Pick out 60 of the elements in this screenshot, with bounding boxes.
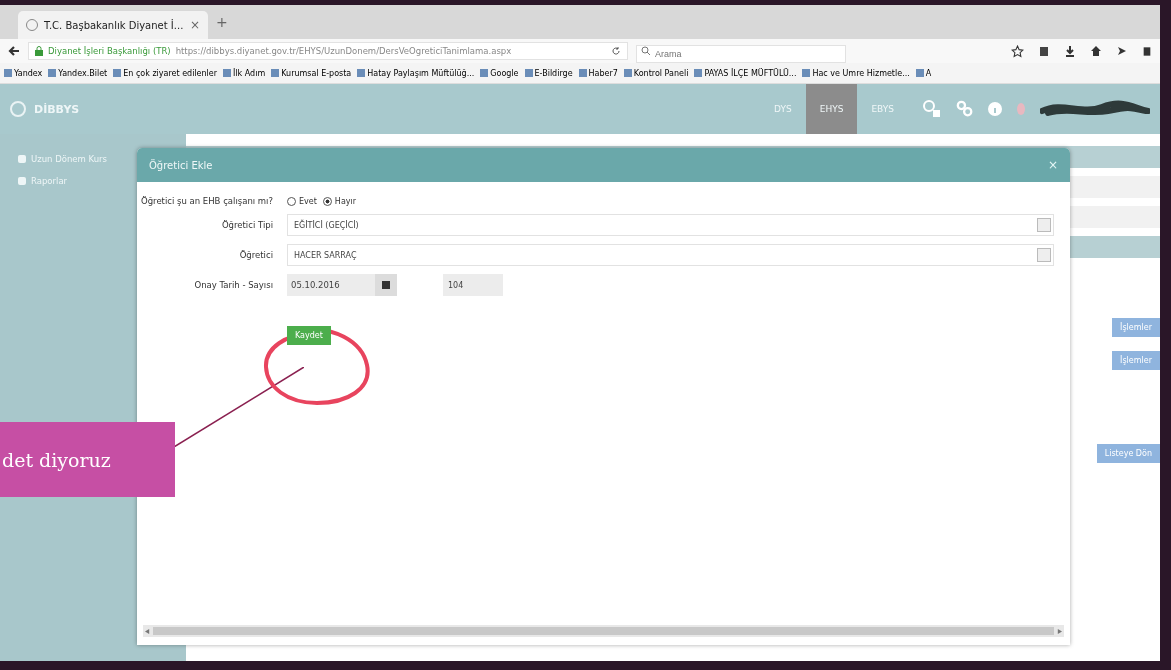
bookmark-link[interactable]: Google [490,68,519,78]
bookmark-icon [623,69,632,77]
dropdown-field[interactable]: EĞİTİCİ (GEÇİCİ) [287,214,1054,236]
bookmark-icon [357,69,366,77]
home-icon[interactable] [1090,45,1102,57]
calendar-icon[interactable] [375,274,397,296]
logo-icon [10,101,26,117]
bookmark-link[interactable]: Kontrol Paneli [633,68,689,78]
url-text: https://dibbys.diyanet.gov.tr/EHYS/UzunDonem/DersVeOgreticiTanimlama.aspx [175,46,512,56]
site-identity: Diyanet İşleri Başkanlığı (TR) [48,46,171,56]
radio-label: Hayır [334,196,357,206]
bookmark-link[interactable]: PAYAS İLÇE MÜFTÜLÜ... [704,68,797,78]
bookmark-link[interactable]: Yandex.Bilet [58,68,108,78]
bookmark-link[interactable]: İlk Adım [233,68,266,78]
bookmark-icon [4,69,12,77]
bookmark-link[interactable]: Haber7 [588,68,618,78]
horizontal-scrollbar[interactable] [143,625,1064,637]
share-icon[interactable] [1116,45,1128,57]
bookmark-link[interactable]: E-Bildirge [534,68,573,78]
callout-label: det diyoruz [0,422,175,497]
bookmark-icon [802,69,811,77]
field-label: Onay Tarih - Sayısı [193,280,273,290]
scroll-left-icon[interactable] [145,628,150,634]
new-tab-button[interactable]: + [216,14,228,30]
scroll-right-icon[interactable] [1057,628,1062,634]
number-field[interactable]: 104 [443,274,503,296]
field-label: Öğretici Tipi [220,220,273,230]
menu-item-icon [18,177,26,185]
bookmark-link[interactable]: En çok ziyaret edilenler [123,68,218,78]
bookmark-icon [271,69,280,77]
bookmark-link[interactable]: Hac ve Umre Hizmetle... [812,68,910,78]
bookmark-link[interactable]: Yandex [14,68,43,78]
bookmark-icon [223,69,232,77]
download-icon[interactable] [1064,45,1076,57]
bookmark-link[interactable]: Kurumsal E-posta [281,68,352,78]
bookmark-link[interactable]: Hatay Paylaşım Müftülüğ... [367,68,475,78]
bookmark-icon [48,69,57,77]
lock-icon [35,46,43,56]
radio-button[interactable] [322,196,332,206]
dropdown-field[interactable]: HACER SARRAÇ [287,244,1054,266]
bookmark-icon [915,69,924,77]
address-bar[interactable]: Diyanet İşleri Başkanlığı (TR) https://dibbys.diyanet.gov.tr/EHYS/UzunDonem/DersVeOgreticiTanimlama.aspx [28,42,628,60]
browser-tab[interactable]: T.C. Başbakanlık Diyanet İ... × [18,11,208,39]
dialog-title: Öğretici Ekle [149,159,213,171]
bookmark-link[interactable]: A [925,68,932,78]
bookmark-icon [694,69,703,77]
reload-icon[interactable] [611,46,621,56]
star-icon[interactable] [1011,44,1024,58]
back-arrow-icon[interactable] [8,45,20,57]
date-field[interactable]: 05.10.2016 [287,274,397,296]
field-label: Öğretici şu an EHB çalışanı mı? [140,196,273,206]
close-tab-button[interactable]: × [189,18,200,32]
search-field[interactable]: Arama [636,45,846,63]
menu-item-icon [18,155,26,163]
bookmark-icon [113,69,122,77]
bookmark-icon [578,69,587,77]
bookmark-icon [480,69,489,77]
bookmark-icon [524,69,533,77]
radio-label: Evet [299,196,317,206]
field-label: Öğretici [238,250,273,260]
